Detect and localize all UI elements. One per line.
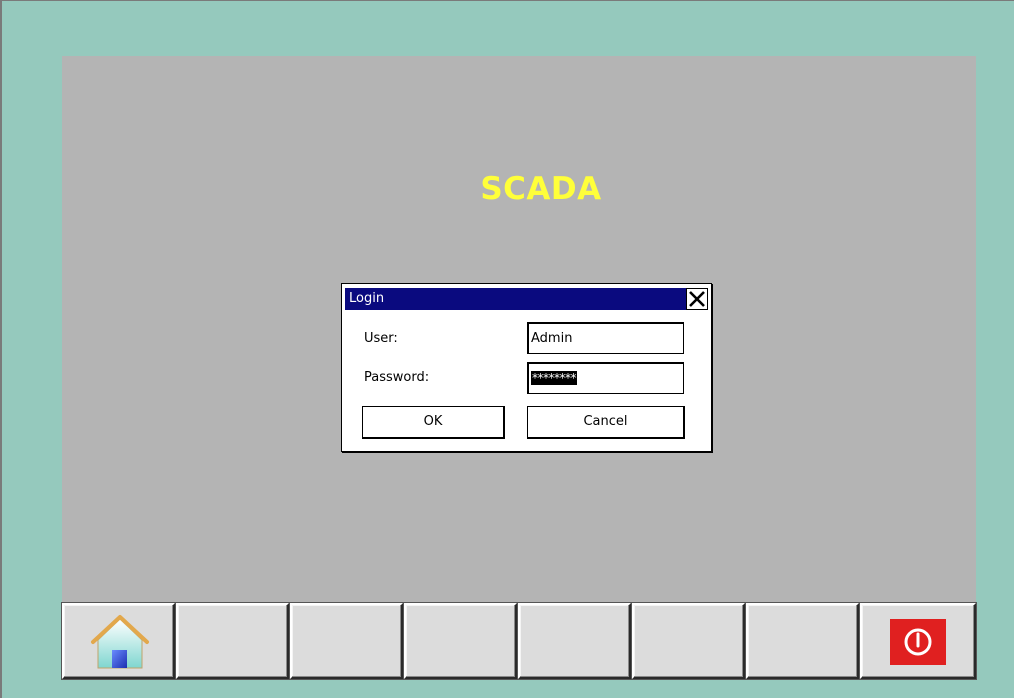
- ok-button[interactable]: OK: [362, 406, 505, 439]
- power-button[interactable]: [859, 602, 977, 680]
- login-dialog: Login User: Admin Password: ******** OK …: [341, 283, 712, 452]
- cancel-button[interactable]: Cancel: [527, 406, 685, 439]
- app-title: SCADA: [480, 171, 602, 207]
- user-input-value: Admin: [531, 331, 573, 346]
- toolbar-button-empty-2[interactable]: [289, 602, 404, 680]
- toolbar-button-empty-4[interactable]: [517, 602, 632, 680]
- power-icon: [890, 619, 946, 665]
- toolbar-button-empty-1[interactable]: [175, 602, 290, 680]
- password-label: Password:: [364, 370, 430, 385]
- toolbar-button-empty-3[interactable]: [403, 602, 518, 680]
- home-button[interactable]: [61, 602, 176, 680]
- close-icon: [689, 291, 705, 307]
- password-input-value: ********: [531, 371, 577, 385]
- dialog-title: Login: [349, 291, 385, 306]
- password-input[interactable]: ********: [527, 362, 684, 394]
- toolbar-button-empty-6[interactable]: [745, 602, 860, 680]
- user-input[interactable]: Admin: [527, 322, 684, 354]
- user-label: User:: [364, 331, 398, 346]
- dialog-titlebar[interactable]: Login: [345, 288, 708, 310]
- home-icon: [91, 615, 149, 669]
- close-button[interactable]: [686, 288, 708, 310]
- bottom-toolbar: [61, 602, 977, 680]
- toolbar-button-empty-5[interactable]: [631, 602, 746, 680]
